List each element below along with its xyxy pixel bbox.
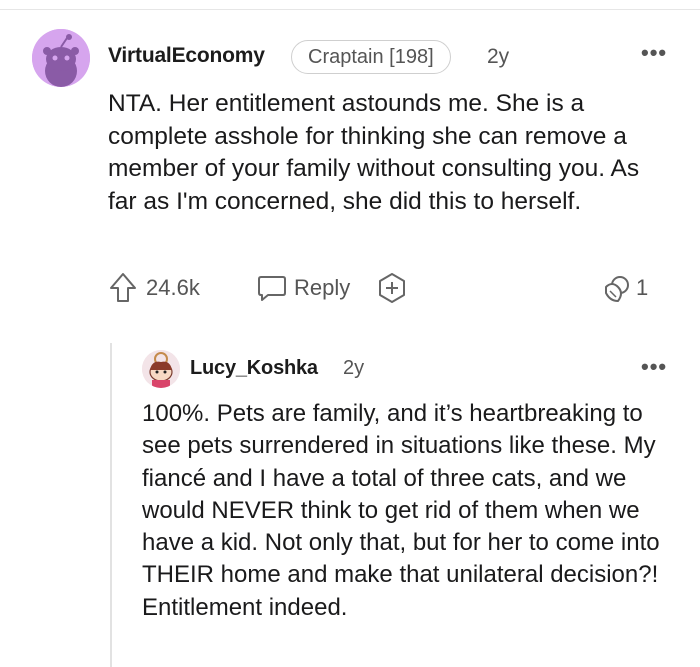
thread-line[interactable] [110, 343, 112, 667]
reply-button[interactable]: Reply [256, 268, 350, 308]
reply-avatar[interactable] [142, 350, 180, 388]
reply-label: Reply [294, 275, 351, 300]
upvote-button[interactable]: 24.6k [108, 268, 200, 308]
upvote-count: 24.6k [146, 275, 200, 300]
award-button[interactable] [375, 268, 409, 308]
comment-body: NTA. Her entitlement astounds me. She is… [108, 90, 640, 215]
comment-actions: 24.6k Reply 1 [108, 268, 668, 308]
award-badge[interactable]: 1 [600, 268, 648, 308]
snoo-avatar-icon [32, 29, 90, 87]
speech-bubble-icon [258, 276, 286, 301]
snoo-avatar-icon [142, 350, 180, 388]
award-count: 1 [636, 275, 649, 300]
reply-more-options-button[interactable]: ••• [641, 354, 667, 380]
reply-age: 2y [343, 357, 365, 379]
reply-username[interactable]: Lucy_Koshka [190, 357, 318, 380]
reply-body: 100%. Pets are family, and it’s heartbre… [142, 400, 660, 621]
award-icon [605, 276, 629, 302]
user-flair: Craptain [198] [291, 40, 451, 74]
avatar[interactable] [32, 29, 90, 87]
award-plus-icon [379, 273, 405, 303]
upvote-arrow-icon [110, 273, 136, 302]
top-divider [0, 0, 700, 10]
comment-age: 2y [487, 45, 510, 68]
more-options-button[interactable]: ••• [641, 40, 667, 66]
comment-username[interactable]: VirtualEconomy [108, 44, 265, 68]
